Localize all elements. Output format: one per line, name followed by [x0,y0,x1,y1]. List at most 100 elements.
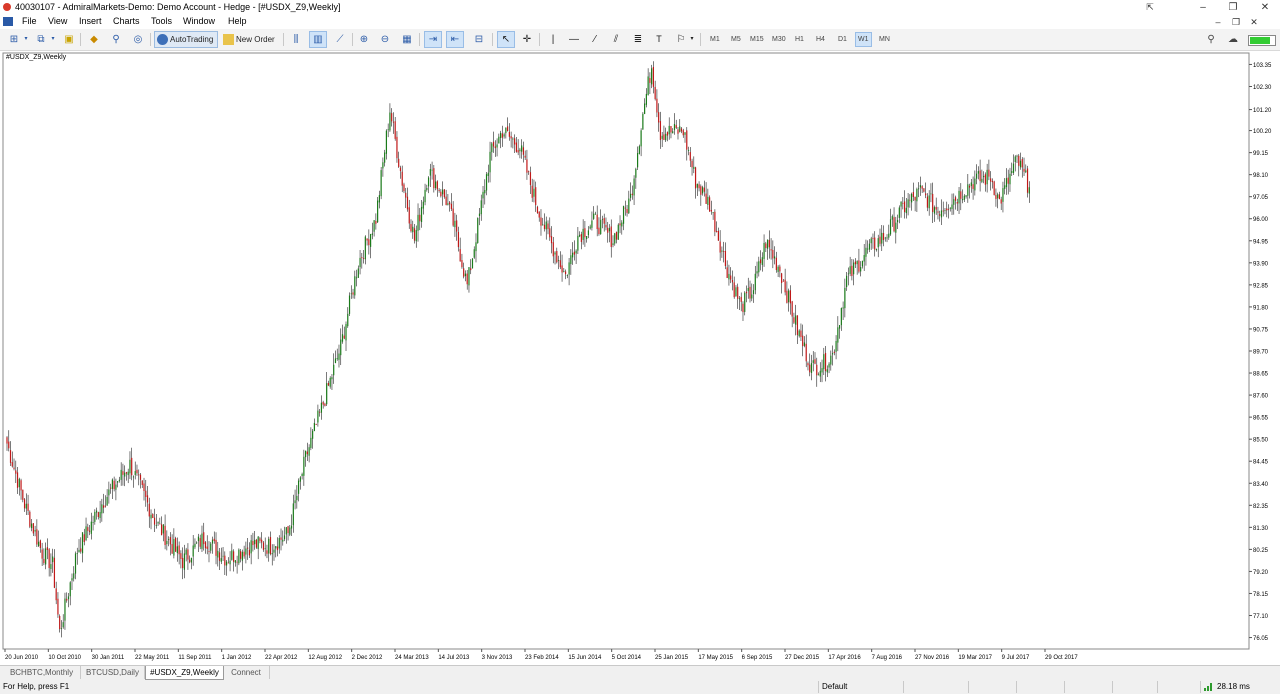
signals-icon[interactable]: ◎ [130,32,146,47]
market-watch-icon[interactable]: ▣ [61,32,77,47]
strategy-tester-icon[interactable]: ⚲ [108,32,124,47]
price-tick-label: 77.10 [1253,614,1269,620]
timeframe-d1[interactable]: D1 [836,33,849,46]
close-button[interactable]: ✕ [1250,0,1280,15]
timeframe-h4[interactable]: H4 [814,33,827,46]
menu-file[interactable]: File [22,16,37,26]
menu-charts[interactable]: Charts [113,16,140,26]
candlestick-chart[interactable]: #USDX_Z9,Weekly 103.35 102.30 101.20 100.20… [0,51,1280,665]
candle-body [417,214,419,231]
candle-body [66,598,68,601]
candle-body [979,170,981,182]
chart-shift-icon[interactable]: ⇤ [446,31,464,48]
search-icon[interactable]: ⚲ [1203,32,1219,47]
mdi-minimize-button[interactable]: – [1209,15,1227,29]
candle-body [572,252,574,258]
indicators-icon[interactable]: ⊟ [471,32,487,47]
candle-body [83,534,85,542]
candle-body [290,525,293,529]
channel-icon[interactable]: ⫽ [608,32,624,47]
candle-body [496,144,498,148]
candle-body [752,290,755,294]
vertical-line-icon[interactable]: | [545,32,561,47]
candle-body [777,266,779,272]
candle-body [680,128,683,132]
candle-body [781,273,783,283]
maximize-button[interactable]: ❐ [1218,0,1248,15]
restore-icon[interactable]: ⇱ [1135,0,1165,15]
horizontal-line-icon[interactable]: — [566,32,582,47]
time-tick-label: 25 Jan 2015 [655,655,689,661]
candle-body [106,496,108,506]
time-axis: 20 Jun 2010 10 Oct 2010 30 Jan 2011 22 May … [4,649,1078,661]
candle-body [470,268,472,271]
status-divider [1200,681,1201,693]
candle-body [261,539,263,543]
timeframe-m1[interactable]: M1 [708,33,722,46]
candle-body [180,553,182,559]
candle-body [561,265,563,273]
bar-chart-icon[interactable]: ⫼ [288,32,304,47]
candle-body [976,173,978,179]
menu-tools[interactable]: Tools [151,16,172,26]
auto-scroll-icon[interactable]: ⇥ [424,31,442,48]
autotrading-button[interactable]: AutoTrading [154,31,218,48]
candle-body [157,522,159,524]
trendline-icon[interactable]: ⁄ [587,32,603,47]
chevron-down-icon[interactable]: ▾ [49,32,57,47]
tab-btcusd-daily[interactable]: BTCUSD,Daily [81,666,145,679]
candle-body [977,171,979,174]
timeframe-mn[interactable]: MN [877,33,892,46]
chart-window[interactable]: #USDX_Z9,Weekly 103.35 102.30 101.20 100.20… [0,51,1280,665]
text-icon[interactable]: T [651,32,667,47]
time-tick-label: 12 Aug 2012 [308,655,342,661]
timeframe-m30[interactable]: M30 [770,33,788,46]
timeframe-m15[interactable]: M15 [748,33,766,46]
candle-body [563,271,565,272]
tab-connect[interactable]: Connect [223,666,270,679]
candle-body [443,189,445,198]
timeframe-w1[interactable]: W1 [855,32,872,47]
chevron-down-icon[interactable]: ▾ [688,32,696,47]
line-chart-icon[interactable]: ⟋ [332,32,348,47]
mdi-restore-button[interactable]: ❐ [1227,15,1245,29]
crosshair-icon[interactable]: ✛ [519,32,535,47]
menu-window[interactable]: Window [183,16,215,26]
timeframe-m5[interactable]: M5 [729,33,743,46]
minimize-button[interactable]: – [1188,0,1218,15]
timeframe-h1[interactable]: H1 [793,33,806,46]
profiles-icon[interactable]: ⧉ [33,32,49,47]
zoom-out-icon[interactable]: ⊖ [377,32,393,47]
candle-body [723,251,725,252]
candle-body [217,550,219,558]
tab-bchbtc-monthly[interactable]: BCHBTC,Monthly [3,666,81,679]
shapes-icon[interactable]: ⚐ [673,32,689,47]
candle-body [552,242,554,257]
new-order-icon [223,34,234,46]
tile-windows-icon[interactable]: ▦ [399,32,415,47]
zoom-in-icon[interactable]: ⊕ [356,32,372,47]
candlestick-icon[interactable]: ▥ [309,31,327,48]
candle-body [108,489,110,496]
new-chart-icon[interactable]: ⊞ [6,32,22,47]
menu-help[interactable]: Help [228,16,247,26]
candle-body [457,231,460,248]
candle-body [282,539,284,542]
cursor-icon[interactable]: ↖ [497,31,515,48]
candle-body [605,225,607,228]
new-order-button[interactable]: New Order [223,32,279,47]
candle-body [682,130,684,136]
candle-body [85,526,87,541]
tab-usdx-weekly[interactable]: #USDX_Z9,Weekly [145,666,224,680]
candle-body [450,203,453,210]
mdi-close-button[interactable]: ✕ [1245,15,1263,29]
menu-insert[interactable]: Insert [79,16,102,26]
candle-body [312,430,314,439]
candle-body [925,193,927,196]
menu-view[interactable]: View [48,16,67,26]
chevron-down-icon[interactable]: ▾ [22,32,30,47]
navigator-icon[interactable]: ◆ [86,32,102,47]
chat-icon[interactable]: ☁ [1225,32,1241,47]
fibonacci-icon[interactable]: ≣ [630,32,646,47]
candle-body [276,546,279,551]
